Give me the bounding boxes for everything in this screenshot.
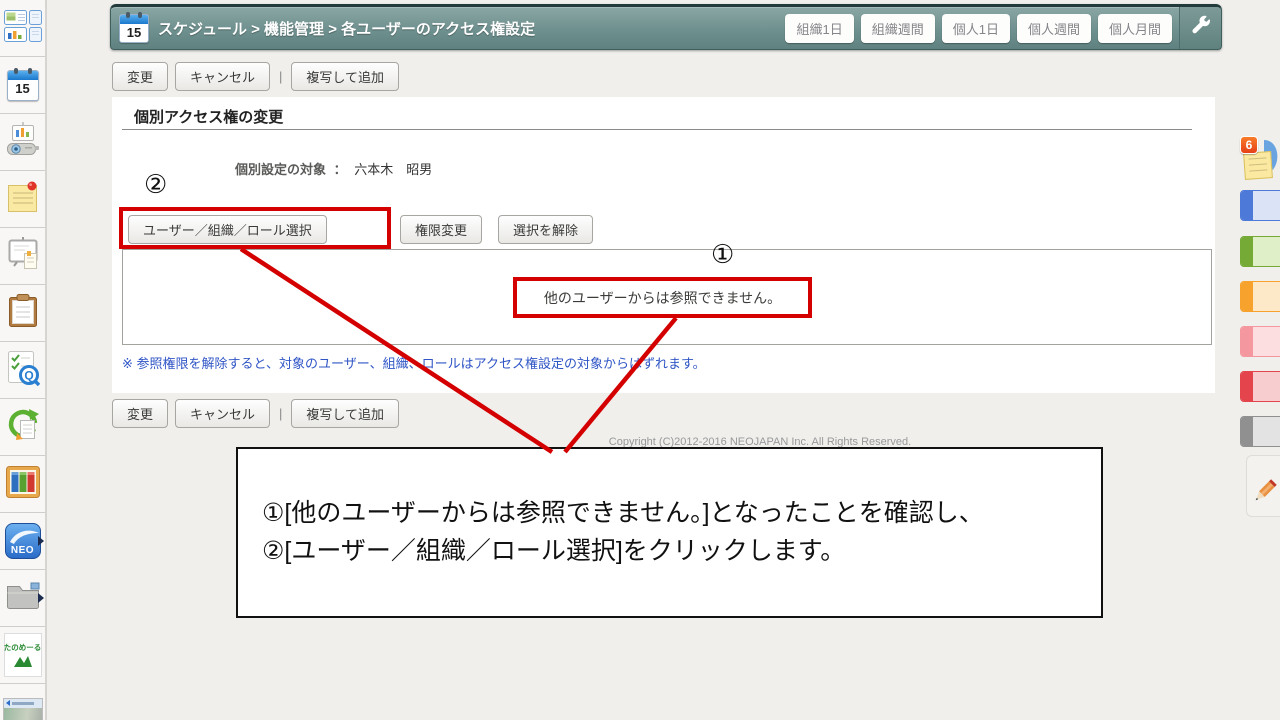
- sidebar-item-bulletin[interactable]: [0, 228, 45, 285]
- sidebar-item-ad-photo[interactable]: [0, 684, 45, 720]
- step1-marker: ①: [711, 239, 735, 269]
- schedule-calendar-icon: 15: [119, 11, 149, 43]
- nav-button-personal-week[interactable]: 個人週間: [1016, 13, 1091, 43]
- subject-value: 六本木 昭男: [354, 162, 433, 177]
- page: 15 Q NEO たのめーる 15 スケジュール > 機能管理 > 各ユーザーの…: [0, 0, 1280, 720]
- sidebar-item-memo[interactable]: [0, 171, 45, 228]
- callout-line2: ②[ユーザー／組織／ロール選択]をクリックします。: [262, 537, 846, 565]
- page-title: 個別アクセス権の変更: [134, 109, 284, 126]
- left-sidebar: 15 Q NEO たのめーる: [0, 0, 47, 720]
- color-label-green[interactable]: [1240, 236, 1280, 267]
- toolbar-separator: |: [279, 69, 283, 84]
- neo-icon: NEO: [4, 523, 41, 559]
- color-label-blue[interactable]: [1240, 190, 1280, 221]
- color-label-orange[interactable]: [1240, 281, 1280, 312]
- wrench-icon: [1190, 15, 1212, 42]
- color-label-pink[interactable]: [1240, 326, 1280, 357]
- folder-icon: [5, 581, 41, 616]
- toolbar-separator: |: [279, 406, 283, 421]
- note-icon: [1243, 151, 1273, 180]
- copy-add-button[interactable]: 複写して追加: [291, 62, 400, 91]
- facility-icon: [5, 121, 41, 163]
- nav-button-personal-month[interactable]: 個人月間: [1097, 13, 1172, 43]
- sidebar-item-workflow[interactable]: [0, 399, 45, 456]
- cancel-button[interactable]: キャンセル: [175, 62, 271, 91]
- sidebar-item-neo[interactable]: NEO: [0, 513, 45, 570]
- memo-icon: [6, 179, 40, 220]
- expand-arrow-icon: [38, 536, 44, 546]
- step2-marker: ②: [144, 169, 168, 199]
- bottom-toolbar: 変更 キャンセル | 複写して追加: [112, 399, 400, 428]
- copy-add-button-bottom[interactable]: 複写して追加: [291, 399, 400, 428]
- instruction-callout: ①[他のユーザーからは参照できません。]となったことを確認し、 ②[ユーザー／組…: [236, 447, 1103, 618]
- ad-photo-icon: [2, 697, 43, 720]
- nav-button-org-week[interactable]: 組織週間: [860, 13, 935, 43]
- svg-text:Q: Q: [24, 368, 33, 382]
- color-label-gray[interactable]: [1240, 416, 1280, 447]
- title-rule: [122, 129, 1192, 130]
- top-toolbar: 変更 キャンセル | 複写して追加: [112, 62, 400, 91]
- subject-label: 個別設定の対象: [235, 162, 327, 177]
- permission-change-button[interactable]: 権限変更: [400, 215, 483, 244]
- sidebar-item-todo[interactable]: [0, 285, 45, 342]
- sidebar-item-survey[interactable]: Q: [0, 342, 45, 399]
- todo-icon: [7, 293, 39, 334]
- deselect-button[interactable]: 選択を解除: [498, 215, 594, 244]
- sidebar-item-ad-banner[interactable]: たのめーる: [0, 627, 45, 684]
- nav-button-personal-day[interactable]: 個人1日: [941, 13, 1010, 43]
- schedule-icon: 15: [6, 67, 39, 101]
- change-button-bottom[interactable]: 変更: [112, 399, 169, 428]
- edit-pencil-button[interactable]: [1246, 455, 1280, 517]
- workflow-icon: [5, 407, 41, 448]
- portal-icon: [3, 9, 42, 47]
- sidebar-item-schedule[interactable]: 15: [0, 57, 45, 114]
- color-label-red[interactable]: [1240, 371, 1280, 402]
- expand-arrow-icon: [38, 593, 44, 603]
- sidebar-item-cabinet[interactable]: [0, 456, 45, 513]
- empty-message: 他のユーザーからは参照できません。: [543, 289, 782, 306]
- change-button[interactable]: 変更: [112, 62, 169, 91]
- step2-highlight-box: [119, 207, 391, 249]
- subject-row: 個別設定の対象 ： 六本木 昭男: [235, 159, 432, 178]
- bulletin-icon: [5, 236, 41, 277]
- app-header: 15 スケジュール > 機能管理 > 各ユーザーのアクセス権設定 組織1日 組織…: [110, 4, 1222, 50]
- pencil-icon: [1249, 477, 1279, 512]
- cabinet-icon: [5, 465, 41, 504]
- settings-button[interactable]: [1179, 7, 1221, 49]
- ad-banner-icon: たのめーる: [3, 633, 42, 677]
- sidebar-item-portal[interactable]: [0, 0, 45, 57]
- callout-line1: ①[他のユーザーからは参照できません。]となったことを確認し、: [262, 499, 984, 527]
- survey-icon: Q: [6, 350, 40, 391]
- sidebar-item-facility[interactable]: [0, 114, 45, 171]
- note-text: ※ 参照権限を解除すると、対象のユーザー、組織、ロールはアクセス権設定の対象から…: [122, 356, 706, 371]
- breadcrumb: スケジュール > 機能管理 > 各ユーザーのアクセス権設定: [158, 20, 536, 38]
- sidebar-item-folder[interactable]: [0, 570, 45, 627]
- cancel-button-bottom[interactable]: キャンセル: [175, 399, 271, 428]
- notification-badge: 6: [1240, 136, 1258, 154]
- nav-button-org-day[interactable]: 組織1日: [785, 13, 854, 43]
- notification-note-button[interactable]: 6: [1238, 136, 1280, 186]
- step1-highlight-box: 他のユーザーからは参照できません。: [513, 277, 812, 318]
- subject-colon: ：: [333, 162, 347, 177]
